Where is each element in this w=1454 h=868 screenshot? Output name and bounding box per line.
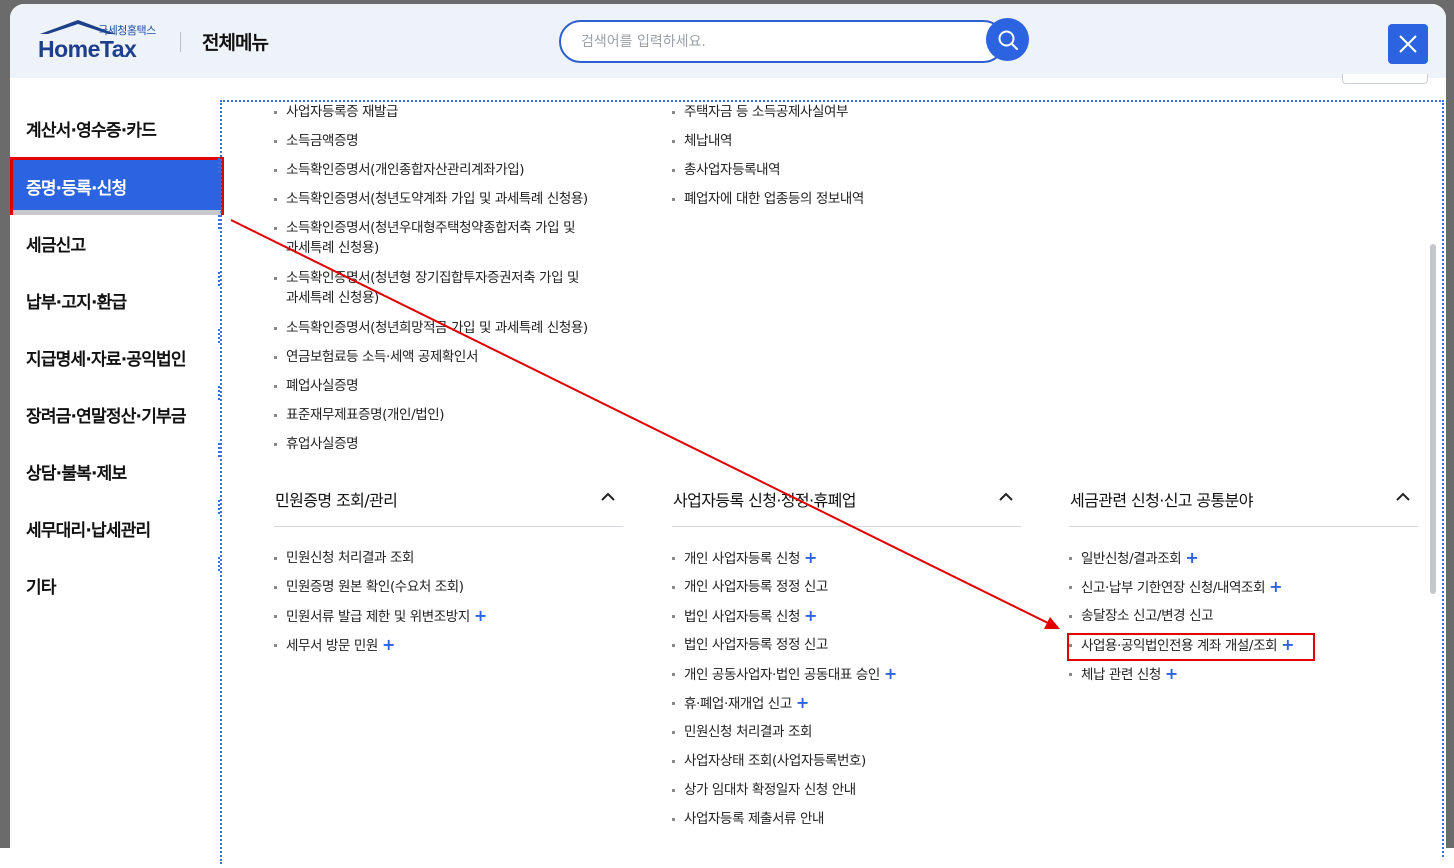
list-item[interactable]: 일반신청/결과조회 +	[1069, 548, 1429, 577]
close-button[interactable]	[1388, 24, 1428, 64]
section-divider	[672, 526, 1021, 527]
list-item[interactable]: 민원신청 처리결과 조회	[672, 722, 1022, 751]
certificate-list: 사업자등록증 재발급 소득금액증명 소득확인증명서(개인종합자산관리계좌가입) …	[274, 102, 634, 463]
sidebar-item-statement[interactable]: 지급명세·자료·공익법인	[10, 329, 224, 386]
sidebar-item-consult[interactable]: 상담·불복·제보	[10, 443, 224, 500]
list-item[interactable]: 표준재무제표증명(개인/법인)	[274, 405, 634, 434]
list-item[interactable]: 사업자상태 조회(사업자등록번호)	[672, 751, 1022, 780]
list-item[interactable]: 개인 공동사업자·법인 공동대표 승인 +	[672, 664, 1022, 693]
list-item[interactable]: 소득확인증명서(청년도약계좌 가입 및 과세특례 신청용)	[274, 189, 634, 218]
dot-marker	[218, 500, 220, 514]
logo-main-text: HomeTax	[38, 36, 137, 62]
sidebar: 계산서·영수증·카드 증명·등록·신청 세금신고 납부·고지·환급 지급명세·자…	[10, 100, 224, 614]
dot-marker	[218, 272, 220, 286]
plus-icon[interactable]: +	[474, 606, 487, 625]
section-divider	[1069, 526, 1418, 527]
page-title: 전체메뉴	[202, 32, 269, 54]
header-divider	[180, 32, 181, 52]
plus-icon[interactable]: +	[1185, 548, 1198, 567]
sidebar-item-agent[interactable]: 세무대리·납세관리	[10, 500, 224, 557]
business-list: 개인 사업자등록 신청 + 개인 사업자등록 정정 신고 법인 사업자등록 신청 +…	[672, 548, 1022, 838]
list-item[interactable]: 소득확인증명서(청년희망적금 가입 및 과세특례 신청용)	[274, 318, 634, 347]
list-item[interactable]: 법인 사업자등록 정정 신고	[672, 635, 1022, 664]
sidebar-item-etc[interactable]: 기타	[10, 557, 224, 614]
scrollbar[interactable]	[1430, 244, 1436, 594]
list-item[interactable]: 체납 관련 신청 +	[1069, 664, 1429, 693]
hometax-logo[interactable]: 국세청홈택스 HomeTax	[38, 20, 168, 64]
sidebar-item-certificate[interactable]: 증명·등록·신청	[10, 157, 224, 215]
list-item[interactable]: 민원신청 처리결과 조회	[274, 548, 624, 577]
chevron-up-icon[interactable]	[1396, 492, 1410, 502]
sidebar-item-invoice[interactable]: 계산서·영수증·카드	[10, 100, 224, 157]
dot-marker	[218, 158, 220, 172]
list-item[interactable]: 연금보험료등 소득·세액 공제확인서	[274, 347, 634, 376]
close-icon	[1399, 35, 1417, 53]
list-item[interactable]: 주택자금 등 소득공제사실여부	[672, 102, 1012, 131]
search-input[interactable]	[581, 30, 961, 54]
dot-marker	[218, 386, 220, 400]
list-item[interactable]: 사업자등록 제출서류 안내	[672, 809, 1022, 838]
modal-header: 국세청홈택스 HomeTax 전체메뉴	[10, 4, 1446, 78]
search-icon	[998, 30, 1018, 50]
sidebar-item-incentive[interactable]: 장려금·연말정산·기부금	[10, 386, 224, 443]
chevron-up-icon[interactable]	[601, 492, 615, 502]
section-divider	[274, 526, 623, 527]
plus-icon[interactable]: +	[804, 606, 817, 625]
section-title-common[interactable]: 세금관련 신청·신고 공통분야	[1070, 487, 1254, 511]
list-item[interactable]: 개인 사업자등록 신청 +	[672, 548, 1022, 577]
search-button[interactable]	[986, 18, 1029, 61]
certificate-list-2: 주택자금 등 소득공제사실여부 체납내역 총사업자등록내역 폐업자에 대한 업종…	[672, 102, 1012, 218]
dot-marker	[218, 329, 220, 343]
plus-icon[interactable]: +	[884, 664, 897, 683]
plus-icon[interactable]: +	[382, 635, 395, 654]
section-title-business[interactable]: 사업자등록 신청·정정·휴폐업	[673, 487, 857, 511]
plus-icon[interactable]: +	[1165, 664, 1178, 683]
list-item[interactable]: 민원서류 발급 제한 및 위변조방지 +	[274, 606, 624, 635]
list-item[interactable]: 총사업자등록내역	[672, 160, 1012, 189]
list-item[interactable]: 폐업사실증명	[274, 376, 634, 405]
dot-marker	[218, 215, 220, 229]
list-item[interactable]: 소득확인증명서(청년우대형주택청약종합저축 가입 및 과세특례 신청용)	[274, 218, 634, 268]
list-item[interactable]: 소득확인증명서(개인종합자산관리계좌가입)	[274, 160, 634, 189]
sidebar-dot-markers	[218, 100, 222, 860]
list-item[interactable]: 휴·폐업·재개업 신고 +	[672, 693, 1022, 722]
search-box	[559, 20, 1005, 63]
chevron-up-icon[interactable]	[999, 492, 1013, 502]
civil-list: 민원신청 처리결과 조회 민원증명 원본 확인(수요처 조회) 민원서류 발급 …	[274, 548, 624, 664]
list-item[interactable]: 민원증명 원본 확인(수요처 조회)	[274, 577, 624, 606]
list-item[interactable]: 법인 사업자등록 신청 +	[672, 606, 1022, 635]
list-item[interactable]: 세무서 방문 민원 +	[274, 635, 624, 664]
top-right-tab	[1342, 74, 1428, 84]
list-item[interactable]: 개인 사업자등록 정정 신고	[672, 577, 1022, 606]
list-item[interactable]: 신고·납부 기한연장 신청/내역조회 +	[1069, 577, 1429, 606]
plus-icon[interactable]: +	[1269, 577, 1282, 596]
sidebar-item-payment[interactable]: 납부·고지·환급	[10, 272, 224, 329]
list-item[interactable]: 사업자등록증 재발급	[274, 102, 634, 131]
list-item[interactable]: 폐업자에 대한 업종등의 정보내역	[672, 189, 1012, 218]
highlight-box	[1067, 633, 1315, 661]
dot-marker	[218, 557, 220, 571]
common-list: 일반신청/결과조회 + 신고·납부 기한연장 신청/내역조회 + 송달장소 신고/변…	[1069, 548, 1429, 693]
plus-icon[interactable]: +	[804, 548, 817, 567]
list-item[interactable]: 소득확인증명서(청년형 장기집합투자증권저축 가입 및 과세특례 신청용)	[274, 268, 634, 318]
dot-marker	[218, 443, 220, 457]
list-item[interactable]: 소득금액증명	[274, 131, 634, 160]
full-menu-modal: 국세청홈택스 HomeTax 전체메뉴 계산서·영수증·카드 증명·등록·신청 …	[10, 4, 1446, 864]
list-item[interactable]: 체납내역	[672, 131, 1012, 160]
list-item[interactable]: 송달장소 신고/변경 신고	[1069, 606, 1429, 635]
sidebar-item-tax-return[interactable]: 세금신고	[10, 215, 224, 272]
list-item[interactable]: 상가 임대차 확정일자 신청 안내	[672, 780, 1022, 809]
list-item[interactable]: 휴업사실증명	[274, 434, 634, 463]
plus-icon[interactable]: +	[796, 693, 809, 712]
section-title-civil[interactable]: 민원증명 조회/관리	[275, 487, 398, 511]
